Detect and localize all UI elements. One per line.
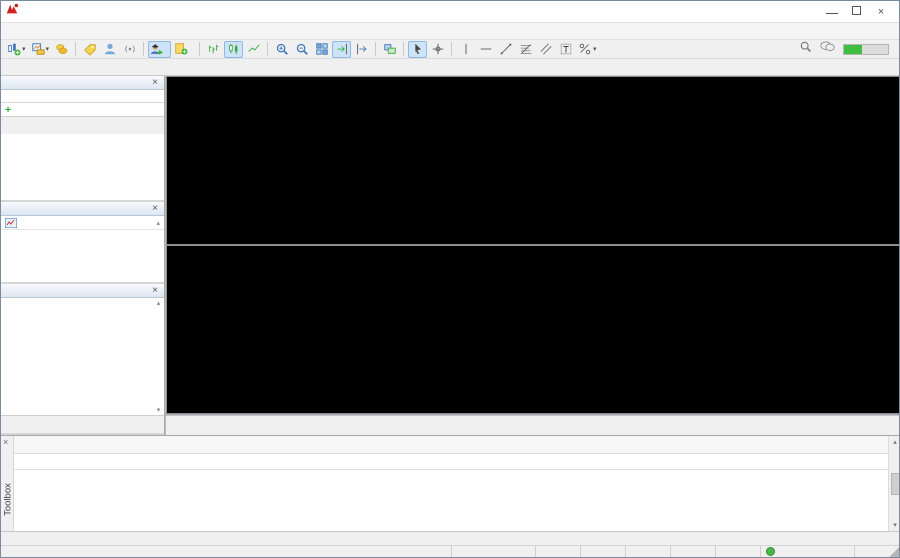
chart-area [166,76,900,435]
chart-shift-button[interactable] [352,41,371,58]
toolbox-close-icon[interactable]: × [3,437,8,447]
toolbox-scrollbar[interactable]: ▴▾ [888,436,900,531]
chat-icon[interactable] [820,40,835,58]
toolbar: ▾ ▾ ▾ [1,40,899,59]
shapes-button[interactable]: ▾ [576,41,599,58]
toolbox-strip: × Toolbox [1,436,14,531]
market-watch-close-icon[interactable]: × [150,77,160,88]
connection-meter [843,44,889,55]
window-arrange-button[interactable] [380,41,399,58]
scroll-down-icon: ▾ [893,521,897,529]
status-cell [716,546,761,557]
toolbox-label: Toolbox [3,480,14,520]
data-window-instrument[interactable]: ▴ [1,216,164,230]
toolbox-tabs [14,436,888,454]
broadcast-button[interactable] [120,41,139,58]
zoom-out-button[interactable] [292,41,311,58]
signals-table-header [14,454,888,470]
status-cell [536,546,581,557]
add-icon: + [5,104,11,116]
workspace: × + × [1,76,900,435]
scroll-up-icon: ▴ [893,438,897,446]
auto-scroll-button[interactable] [332,41,351,58]
status-cell [626,546,671,557]
status-cell [671,546,716,557]
menu-bar [1,23,899,40]
tile-windows-button[interactable] [312,41,331,58]
quotes-button[interactable] [80,41,99,58]
toolbox-panel: × Toolbox ▴▾ [1,435,900,531]
cursor-button[interactable] [408,41,427,58]
navigator-close-icon[interactable]: × [150,285,160,296]
status-bar [1,545,900,558]
status-help [1,546,452,557]
new-chart-button[interactable]: ▾ [5,41,28,58]
chart-tab-bar [166,415,900,435]
navigator-header: × [1,284,164,298]
scroll-up-icon[interactable]: ▴ [156,219,160,227]
trendline-button[interactable] [496,41,515,58]
app-logo-icon [5,2,19,21]
new-order-button[interactable] [172,41,195,58]
data-window-close-icon[interactable]: × [150,203,160,214]
autotrading-button[interactable] [148,41,171,58]
scroll-down-icon: ▾ [157,406,161,414]
title-bar: × [1,1,899,23]
channel-button[interactable] [536,41,555,58]
close-icon[interactable]: × [875,6,887,18]
status-traffic [761,546,855,557]
navigator-scrollbar[interactable]: ▴▾ [153,298,164,415]
symbols-button[interactable] [52,41,71,58]
status-profile[interactable] [452,546,536,557]
candlestick-chart-button[interactable] [224,41,243,58]
chart-icon [5,218,17,228]
status-cell [581,546,626,557]
market-watch-panel: × + [1,76,164,202]
connection-icon [766,547,775,556]
chart-window-eurusd [166,245,900,414]
left-panels: × + × [1,76,165,435]
minimize-icon[interactable] [826,6,838,14]
line-chart-button[interactable] [244,41,263,58]
maximize-icon[interactable] [852,6,861,15]
market-watch-columns [1,90,164,103]
add-symbol-row[interactable]: + [1,103,164,116]
horizontal-line-button[interactable] [476,41,495,58]
community-button[interactable] [100,41,119,58]
data-window-header: × [1,202,164,216]
navigator-panel: × ▴▾ [1,284,164,435]
fibonacci-button[interactable] [516,41,535,58]
mt5-window: × ▾ ▾ ▾ [0,0,900,558]
bar-chart-button[interactable] [204,41,223,58]
vertical-line-button[interactable] [456,41,475,58]
scroll-thumb [891,473,900,495]
profiles-button[interactable]: ▾ [29,41,52,58]
chart-window-audusd [166,76,900,245]
toolbox-bottom-tabs [1,531,900,545]
resize-grip[interactable] [889,546,900,557]
timeframe-bar [1,59,899,76]
zoom-in-button[interactable] [272,41,291,58]
market-watch-header: × [1,76,164,90]
scroll-up-icon: ▴ [157,299,161,307]
crosshair-button[interactable] [428,41,447,58]
data-window-panel: × ▴ [1,202,164,284]
search-icon[interactable] [799,40,812,58]
text-label-button[interactable] [556,41,575,58]
